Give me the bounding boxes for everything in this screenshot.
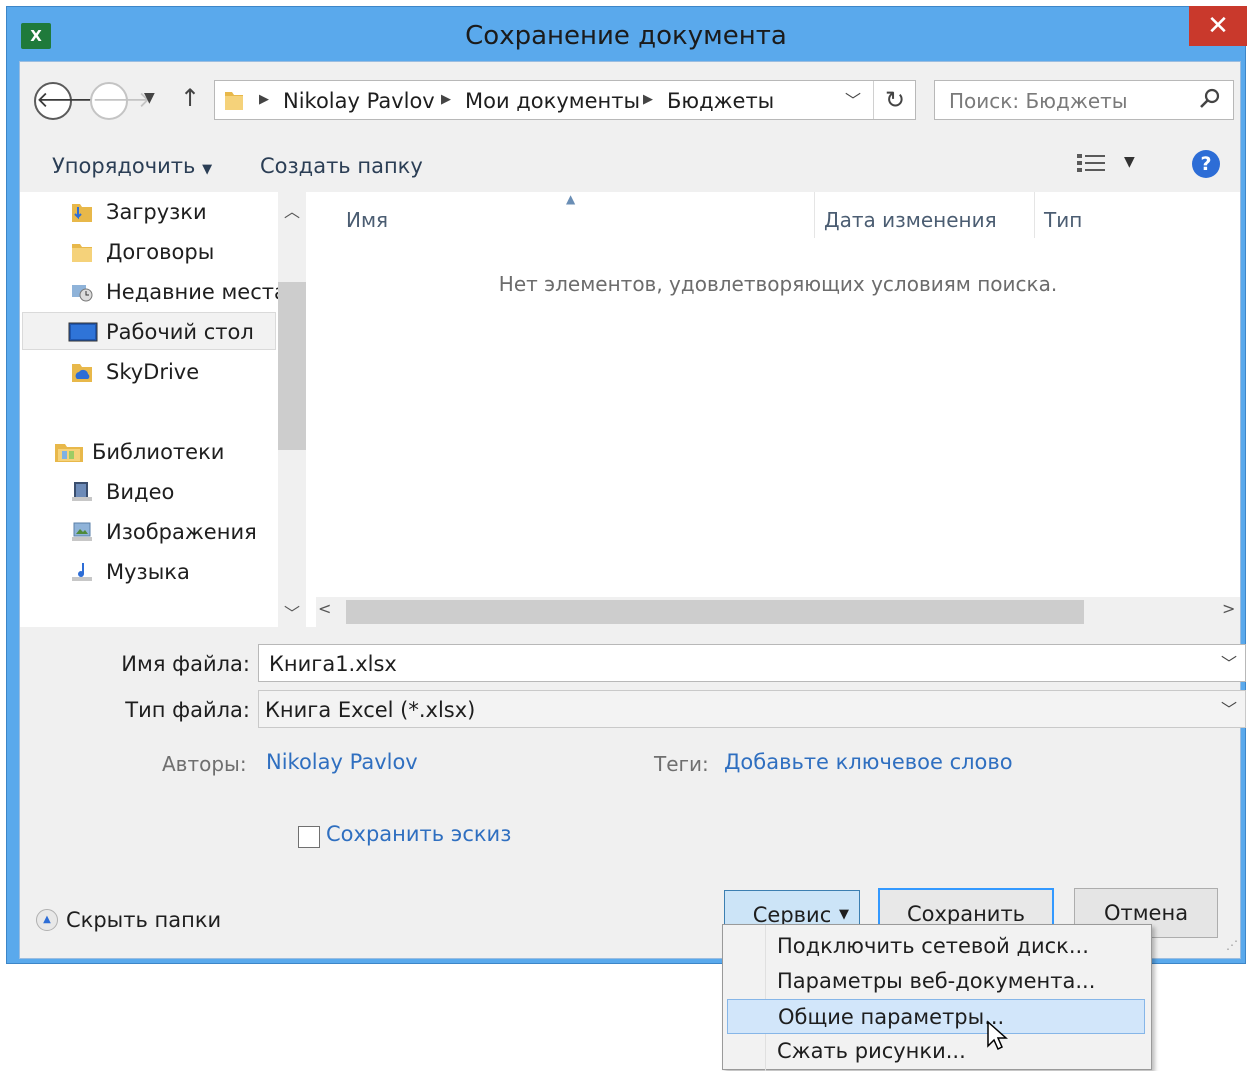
save-thumbnail-label[interactable]: Сохранить эскиз (326, 822, 511, 846)
nav-item-label: Библиотеки (92, 440, 225, 464)
music-library-icon (72, 563, 92, 581)
help-icon[interactable]: ? (1192, 150, 1220, 178)
nav-item-label: Изображения (106, 520, 257, 544)
mouse-pointer-icon (987, 1020, 1008, 1051)
menu-item-web-options[interactable]: Параметры веб-документа... (727, 964, 1145, 999)
menu-item-map-network-drive[interactable]: Подключить сетевой диск... (727, 929, 1145, 964)
scroll-up-chevron-icon[interactable]: ︿ (278, 198, 306, 222)
recent-places-icon (72, 285, 93, 302)
nav-item-music[interactable]: Музыка (20, 552, 276, 592)
resize-grip-icon[interactable]: ⋰ (1226, 938, 1238, 952)
filetype-label: Тип файла: (125, 698, 250, 722)
file-list: ▲ Имя Дата изменения Тип Нет элементов, … (316, 192, 1240, 627)
organize-button[interactable]: Упорядочить ▼ (52, 138, 212, 192)
service-dropdown-menu: Подключить сетевой диск... Параметры веб… (722, 924, 1152, 1071)
menu-item-compress-pictures[interactable]: Сжать рисунки... (727, 1034, 1145, 1069)
filename-chevron-down-icon[interactable]: ﹀ (1221, 645, 1237, 681)
nav-item-contracts[interactable]: Договоры (20, 232, 276, 272)
nav-item-desktop[interactable]: Рабочий стол (20, 312, 276, 352)
search-icon[interactable] (1197, 86, 1223, 112)
nav-item-pictures[interactable]: Изображения (20, 512, 276, 552)
search-input[interactable]: Поиск: Бюджеты (934, 80, 1234, 120)
address-history-chevron-down-icon[interactable]: ﹀ (845, 81, 861, 119)
downloads-folder-icon (72, 204, 92, 222)
navigation-pane: Загрузки Договоры Недавние места Рабочий… (20, 192, 316, 627)
refresh-icon[interactable]: ↻ (873, 81, 916, 119)
breadcrumb-separator-icon: ▶ (441, 92, 451, 107)
view-details-icon[interactable] (1076, 152, 1106, 178)
nav-item-label: Видео (106, 480, 175, 504)
address-bar[interactable]: ▶ Nikolay Pavlov ▶ Мои документы ▶ Бюдже… (214, 80, 916, 120)
hide-folders-label: Скрыть папки (66, 908, 222, 932)
sort-ascending-icon: ▲ (566, 192, 576, 206)
nav-item-label: Загрузки (106, 200, 207, 224)
skydrive-folder-icon (72, 364, 92, 382)
back-button[interactable]: 🡐 (34, 82, 95, 120)
save-dialog-window: X Сохранение документа ✕ 🡐 🡒 ▼ ↑ ▶ Nikol… (6, 6, 1247, 964)
nav-item-libraries[interactable]: Библиотеки (20, 432, 276, 472)
column-header-date-modified[interactable]: Дата изменения (824, 198, 997, 238)
scroll-right-chevron-icon[interactable]: > (1222, 599, 1235, 618)
filename-value: Книга1.xlsx (269, 652, 397, 676)
search-placeholder: Поиск: Бюджеты (949, 89, 1128, 113)
empty-list-message: Нет элементов, удовлетворяющих условиям … (498, 272, 1058, 296)
nav-item-label: Договоры (106, 240, 215, 264)
nav-item-skydrive[interactable]: SkyDrive (20, 352, 276, 392)
nav-item-label: SkyDrive (106, 360, 200, 384)
nav-item-video[interactable]: Видео (20, 472, 276, 512)
libraries-icon (55, 444, 83, 462)
forward-button[interactable]: 🡒 (90, 82, 151, 120)
column-divider[interactable] (814, 192, 815, 238)
filename-label: Имя файла: (121, 652, 250, 676)
tags-label: Теги: (654, 752, 709, 776)
dialog-client-area: 🡐 🡒 ▼ ↑ ▶ Nikolay Pavlov ▶ Мои документы… (19, 61, 1246, 959)
column-divider[interactable] (1034, 192, 1035, 238)
nav-item-downloads[interactable]: Загрузки (20, 192, 276, 232)
recent-locations-chevron-down-icon[interactable]: ▼ (144, 90, 155, 106)
authors-value[interactable]: Nikolay Pavlov (266, 750, 418, 774)
filetype-chevron-down-icon[interactable]: ﹀ (1221, 691, 1237, 727)
filetype-value: Книга Excel (*.xlsx) (265, 698, 476, 722)
breadcrumb-item-user[interactable]: Nikolay Pavlov (283, 81, 435, 119)
breadcrumb-separator-icon: ▶ (643, 92, 653, 107)
list-scroll-thumb[interactable] (346, 600, 1084, 624)
close-button[interactable]: ✕ (1189, 6, 1247, 46)
nav-item-label: Недавние места (106, 280, 287, 304)
authors-label: Авторы: (162, 752, 247, 776)
scroll-down-chevron-icon[interactable]: ﹀ (278, 600, 306, 624)
command-toolbar: Упорядочить ▼ Создать папку ▼ ? (20, 138, 1240, 193)
collapse-chevron-up-icon: ▲ (36, 909, 58, 931)
chevron-down-icon: ▼ (202, 162, 213, 177)
menu-item-general-options[interactable]: Общие параметры... (727, 999, 1145, 1034)
list-horizontal-scrollbar[interactable]: < > (316, 597, 1240, 627)
breadcrumb-item-documents[interactable]: Мои документы (465, 81, 640, 119)
up-arrow-icon[interactable]: ↑ (180, 84, 200, 112)
breadcrumb-item-budgets[interactable]: Бюджеты (667, 81, 774, 119)
desktop-icon (68, 322, 98, 342)
new-folder-button[interactable]: Создать папку (260, 138, 423, 192)
tags-input[interactable]: Добавьте ключевое слово (724, 750, 1013, 774)
scroll-left-chevron-icon[interactable]: < (318, 599, 331, 618)
nav-vertical-scrollbar[interactable]: ︿ ﹀ (278, 192, 306, 627)
nav-scroll-thumb[interactable] (278, 282, 306, 450)
view-options-chevron-down-icon[interactable]: ▼ (1124, 154, 1135, 170)
breadcrumb-separator-icon: ▶ (259, 92, 269, 107)
column-header-name[interactable]: Имя (346, 198, 388, 238)
filename-input[interactable]: Книга1.xlsx ﹀ (258, 644, 1246, 682)
nav-item-label: Музыка (106, 560, 190, 584)
column-header-type[interactable]: Тип (1044, 198, 1082, 238)
folder-icon (225, 92, 243, 110)
save-thumbnail-checkbox[interactable] (298, 826, 320, 848)
window-title: Сохранение документа (465, 21, 787, 51)
nav-item-label: Рабочий стол (106, 320, 254, 344)
folder-icon (72, 244, 92, 262)
organize-label: Упорядочить (52, 154, 196, 178)
pictures-library-icon (72, 522, 92, 541)
video-library-icon (72, 482, 92, 501)
nav-item-recent-places[interactable]: Недавние места (20, 272, 287, 312)
title-bar[interactable]: X Сохранение документа ✕ (7, 6, 1247, 61)
filetype-select[interactable]: Книга Excel (*.xlsx) ﹀ (258, 690, 1246, 728)
